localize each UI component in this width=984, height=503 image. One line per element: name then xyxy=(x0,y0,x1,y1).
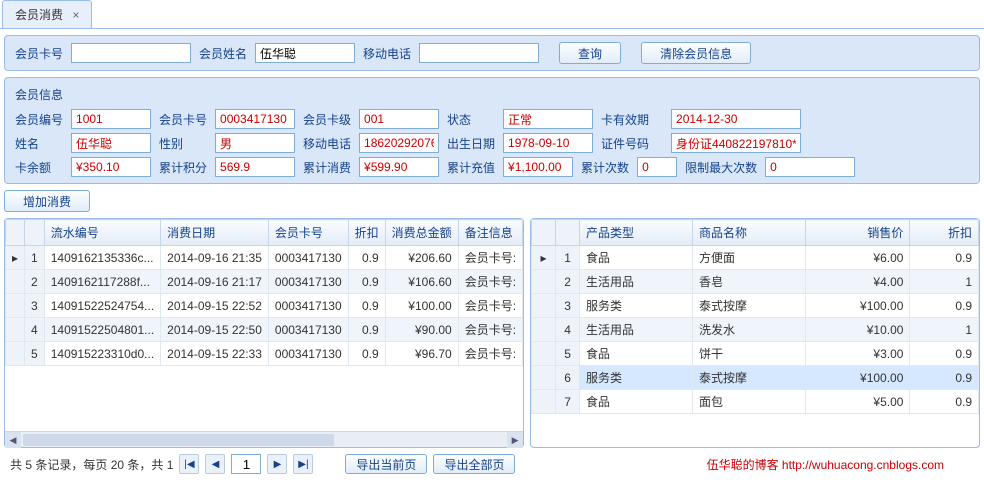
tab-member-spend[interactable]: 会员消费 × xyxy=(2,0,92,28)
add-spend-button[interactable]: 增加消费 xyxy=(4,190,90,212)
next-page-button[interactable]: ▶ xyxy=(267,454,287,474)
blog-link: 伍华聪的博客 http://wuhuacong.cnblogs.com xyxy=(707,456,944,473)
card-no-label: 会员卡号 xyxy=(155,111,211,128)
last-page-button[interactable]: ▶| xyxy=(293,454,313,474)
limit-field[interactable] xyxy=(765,157,855,177)
close-icon[interactable]: × xyxy=(72,8,79,22)
idno-field[interactable] xyxy=(671,133,801,153)
recharge-label: 累计充值 xyxy=(443,159,499,176)
clear-button[interactable]: 清除会员信息 xyxy=(641,42,751,64)
card-expire-field[interactable] xyxy=(671,109,801,129)
tab-label: 会员消费 xyxy=(15,8,63,22)
table-row[interactable]: ▸1食品方便面¥6.000.9 xyxy=(532,246,979,270)
count-field[interactable] xyxy=(637,157,677,177)
col-header[interactable]: 备注信息 xyxy=(458,220,522,246)
card-level-label: 会员卡级 xyxy=(299,111,355,128)
pager-summary: 共 5 条记录，每页 20 条，共 1 xyxy=(10,456,173,473)
phone-input[interactable] xyxy=(419,43,539,63)
col-header[interactable]: 销售价 xyxy=(806,220,910,246)
balance-label: 卡余额 xyxy=(11,159,67,176)
count-label: 累计次数 xyxy=(577,159,633,176)
table-row[interactable]: ▸11409162135336c...2014-09-16 21:3500034… xyxy=(6,246,523,270)
phone-label: 移动电话 xyxy=(359,45,415,62)
table-row[interactable]: 5食品饼干¥3.000.9 xyxy=(532,342,979,366)
table-row[interactable]: 6服务类泰式按摩¥100.000.9 xyxy=(532,366,979,390)
col-header[interactable]: 折扣 xyxy=(910,220,979,246)
recharge-field[interactable] xyxy=(503,157,573,177)
col-header[interactable]: 消费日期 xyxy=(161,220,269,246)
col-header[interactable]: 会员卡号 xyxy=(268,220,348,246)
member-id-label: 会员编号 xyxy=(11,111,67,128)
product-grid: 产品类型商品名称销售价折扣 ▸1食品方便面¥6.000.92生活用品香皂¥4.0… xyxy=(530,218,980,448)
col-header[interactable]: 产品类型 xyxy=(580,220,693,246)
table-row[interactable]: 21409162117288f...2014-09-16 21:17000341… xyxy=(6,270,523,294)
page-input[interactable] xyxy=(231,454,261,474)
card-level-field[interactable] xyxy=(359,109,439,129)
table-row[interactable]: 3服务类泰式按摩¥100.000.9 xyxy=(532,294,979,318)
name-label: 会员姓名 xyxy=(195,45,251,62)
table-row[interactable]: 7食品面包¥5.000.9 xyxy=(532,390,979,414)
table-row[interactable]: 414091522504801...2014-09-15 22:50000341… xyxy=(6,318,523,342)
scroll-thumb[interactable] xyxy=(23,434,334,446)
table-row[interactable]: 4生活用品洗发水¥10.001 xyxy=(532,318,979,342)
col-header[interactable]: 消费总金额 xyxy=(385,220,458,246)
status-field[interactable] xyxy=(503,109,593,129)
card-no-field[interactable] xyxy=(215,109,295,129)
prev-page-button[interactable]: ◀ xyxy=(205,454,225,474)
spend-label: 累计消费 xyxy=(299,159,355,176)
limit-label: 限制最大次数 xyxy=(681,159,761,176)
export-all-button[interactable]: 导出全部页 xyxy=(433,454,515,474)
gender-label: 性别 xyxy=(155,135,211,152)
birth-field[interactable] xyxy=(503,133,593,153)
idno-label: 证件号码 xyxy=(597,135,667,152)
tab-bar: 会员消费 × xyxy=(0,0,984,29)
table-row[interactable]: 314091522524754...2014-09-15 22:52000341… xyxy=(6,294,523,318)
points-field[interactable] xyxy=(215,157,295,177)
first-page-button[interactable]: |◀ xyxy=(179,454,199,474)
info-header: 会员信息 xyxy=(11,84,973,109)
member-id-field[interactable] xyxy=(71,109,151,129)
search-panel: 会员卡号 会员姓名 移动电话 查询 清除会员信息 xyxy=(4,35,980,71)
table-row[interactable]: 2生活用品香皂¥4.001 xyxy=(532,270,979,294)
grids-row: 流水编号消费日期会员卡号折扣消费总金额备注信息 ▸11409162135336c… xyxy=(4,218,980,448)
query-button[interactable]: 查询 xyxy=(559,42,621,64)
points-label: 累计积分 xyxy=(155,159,211,176)
name-input[interactable] xyxy=(255,43,355,63)
status-label: 状态 xyxy=(443,111,499,128)
mobile-field[interactable] xyxy=(359,133,439,153)
h-scrollbar[interactable]: ◀ ▶ xyxy=(5,431,523,447)
balance-field[interactable] xyxy=(71,157,151,177)
info-panel: 会员信息 会员编号 会员卡号 会员卡级 状态 卡有效期 姓名 性别 移动电话 出… xyxy=(4,77,980,184)
birth-label: 出生日期 xyxy=(443,135,499,152)
card-input[interactable] xyxy=(71,43,191,63)
col-header[interactable]: 折扣 xyxy=(348,220,385,246)
name2-label: 姓名 xyxy=(11,135,67,152)
spend-grid: 流水编号消费日期会员卡号折扣消费总金额备注信息 ▸11409162135336c… xyxy=(4,218,524,448)
scroll-left-icon[interactable]: ◀ xyxy=(5,432,21,448)
gender-field[interactable] xyxy=(215,133,295,153)
spend-field[interactable] xyxy=(359,157,439,177)
mobile-label: 移动电话 xyxy=(299,135,355,152)
scroll-right-icon[interactable]: ▶ xyxy=(507,432,523,448)
card-expire-label: 卡有效期 xyxy=(597,111,667,128)
export-page-button[interactable]: 导出当前页 xyxy=(345,454,427,474)
col-header[interactable]: 商品名称 xyxy=(693,220,806,246)
card-label: 会员卡号 xyxy=(11,45,67,62)
table-row[interactable]: 5140915223310d0...2014-09-15 22:33000341… xyxy=(6,342,523,366)
name2-field[interactable] xyxy=(71,133,151,153)
col-header[interactable]: 流水编号 xyxy=(44,220,160,246)
